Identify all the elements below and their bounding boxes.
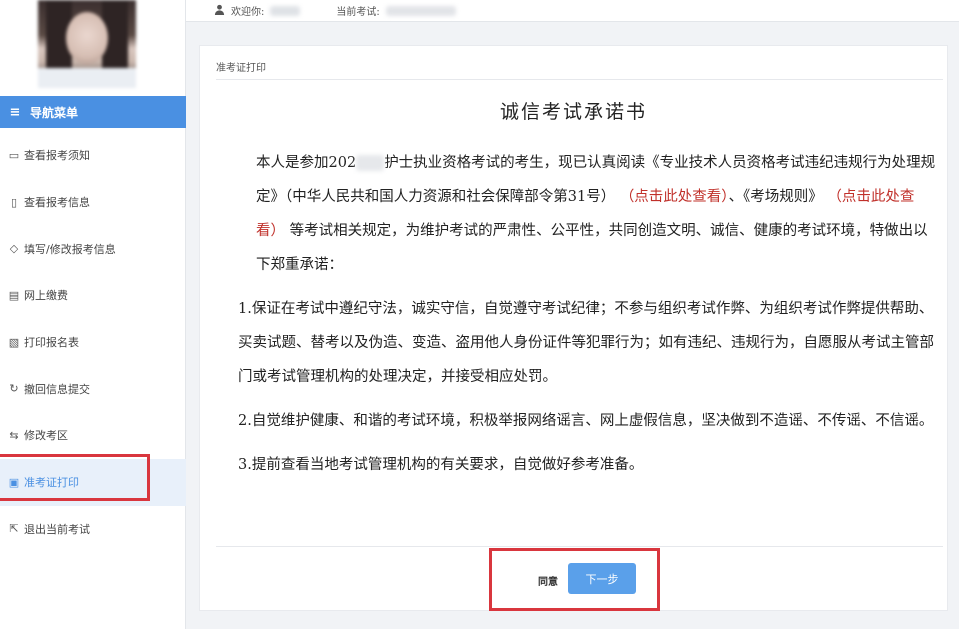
main-panel: 准考证打印 诚信考试承诺书 本人是参加202 护士执业资格考试的考生，现已认真阅读… [199, 45, 948, 611]
username-redacted [270, 5, 301, 16]
sidebar-item-exam-notice[interactable]: ▭ 查看报考须知 [0, 132, 186, 179]
sidebar-item-print-form[interactable]: ▧ 打印报名表 [0, 319, 186, 366]
sidebar-item-label: 修改考区 [24, 429, 68, 443]
swap-icon: ⇆ [9, 428, 19, 442]
sidebar-item-label: 查看报考信息 [24, 196, 90, 210]
document-title: 诚信考试承诺书 [499, 101, 647, 123]
panel-title: 准考证打印 [216, 63, 266, 74]
intro-paragraph: 本人是参加202 护士执业资格考试的考生，现已认真阅读《专业技术人员资格考试违纪违… [224, 146, 942, 282]
sidebar-item-view-info[interactable]: ▯ 查看报考信息 [0, 179, 186, 226]
intro-text-4: 等考试相关规定，为维护考试的严肃性、公平性，共同创造文明、诚信、健康的考试环境，… [256, 223, 928, 273]
notice-icon: ▭ [8, 148, 20, 162]
sidebar-item-edit-info[interactable]: ◇ 填写/修改报考信息 [0, 225, 186, 272]
sidebar-item-label: 网上缴费 [24, 289, 68, 303]
pledge-item-3: 3.提前查看当地考试管理机构的有关要求，自觉做好参考准备。 [238, 457, 644, 473]
sidebar-item-withdraw[interactable]: ↻ 撤回信息提交 [0, 365, 186, 412]
nav-menu-header: ≡ 导航菜单 [0, 96, 186, 128]
sidebar-item-label: 打印报名表 [24, 336, 79, 350]
document-icon: ▯ [10, 195, 18, 209]
highlight-box-sidebar [0, 454, 150, 501]
exam-name-redacted [385, 5, 456, 16]
user-icon [214, 4, 225, 18]
pledge-body: 本人是参加202 护士执业资格考试的考生，现已认真阅读《专业技术人员资格考试违纪违… [224, 146, 942, 492]
intro-text-1: 本人是参加202 [256, 155, 357, 171]
avatar [38, 0, 136, 88]
sidebar-item-label: 填写/修改报考信息 [24, 242, 116, 256]
year-redacted [356, 155, 385, 171]
exit-icon: ⇱ [9, 522, 19, 536]
nav-menu-title: 导航菜单 [30, 105, 79, 120]
divider [216, 79, 943, 80]
intro-text-3: 、《考场规则》 [728, 189, 823, 205]
sidebar: ≡ 导航菜单 ▭ 查看报考须知 ▯ 查看报考信息 ◇ 填写/修改报考信息 ▤ 网… [0, 0, 186, 629]
sidebar-item-payment[interactable]: ▤ 网上缴费 [0, 272, 186, 319]
current-exam-label: 当前考试: [336, 7, 380, 18]
shield-icon: ◇ [9, 242, 19, 256]
sidebar-item-label: 查看报考须知 [24, 149, 90, 163]
topbar: 欢迎你: 当前考试: [186, 0, 959, 22]
sidebar-item-exit-exam[interactable]: ⇱ 退出当前考试 [0, 506, 186, 553]
menu-icon: ≡ [9, 104, 21, 120]
view-regulation-link[interactable]: （点击此处查看） [620, 189, 729, 205]
sidebar-item-label: 退出当前考试 [24, 522, 90, 536]
refresh-icon: ↻ [9, 382, 19, 396]
highlight-box-next [489, 548, 660, 611]
sidebar-item-label: 撤回信息提交 [24, 382, 90, 396]
pledge-item-2: 2.自觉维护健康、和谐的考试环境，积极举报网络谣言、网上虚假信息，坚决做到不造谣… [238, 413, 934, 429]
divider [216, 546, 943, 547]
print-icon: ▧ [8, 335, 20, 349]
welcome-label: 欢迎你: [231, 7, 265, 18]
sidebar-item-change-region[interactable]: ⇆ 修改考区 [0, 412, 186, 459]
payment-icon: ▤ [8, 288, 20, 302]
pledge-item-1: 1.保证在考试中遵纪守法，诚实守信，自觉遵守考试纪律；不参与组织考试作弊、为组织… [238, 301, 934, 385]
